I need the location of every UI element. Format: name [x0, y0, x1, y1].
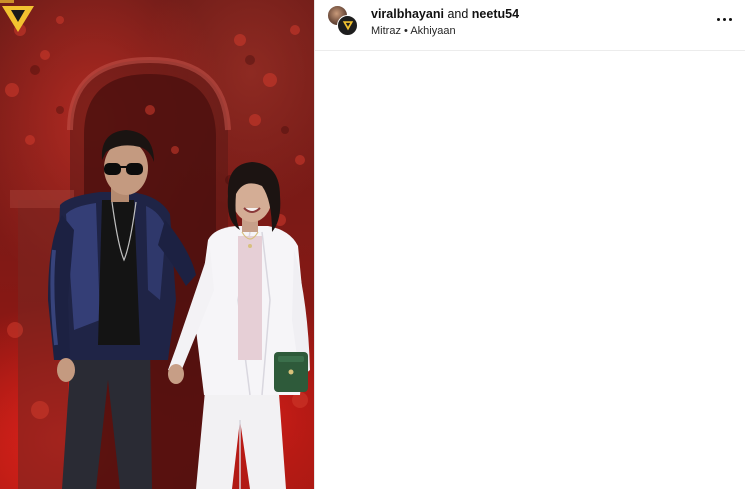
- collab-avatars[interactable]: [327, 5, 359, 37]
- watermark-v-logo-icon: [0, 0, 34, 32]
- author-link-neetu54[interactable]: neetu54: [472, 7, 519, 21]
- viral-bhayani-logo-icon: [342, 21, 353, 31]
- author-link-viralbhayani[interactable]: viralbhayani: [371, 7, 444, 21]
- post-header: viralbhayani and neetu54 Mitraz • Akhiya…: [315, 0, 745, 51]
- media-divider: [314, 0, 315, 489]
- more-horizontal-icon: [716, 17, 720, 21]
- audio-artist[interactable]: Mitraz: [371, 25, 401, 37]
- more-options-button[interactable]: [713, 10, 735, 28]
- audio-separator: •: [404, 25, 408, 37]
- video-frame: [5, 16, 310, 489]
- authors-joiner: and: [447, 7, 469, 21]
- audio-attribution[interactable]: Mitraz • Akhiyaan: [371, 24, 519, 38]
- post-authors: viralbhayani and neetu54: [371, 6, 519, 22]
- avatar-viralbhayani[interactable]: [337, 15, 358, 36]
- post-header-text: viralbhayani and neetu54 Mitraz • Akhiya…: [371, 6, 519, 38]
- post-media-video[interactable]: [0, 0, 314, 489]
- more-horizontal-icon: [722, 17, 726, 21]
- more-horizontal-icon: [728, 17, 732, 21]
- audio-title[interactable]: Akhiyaan: [410, 25, 455, 37]
